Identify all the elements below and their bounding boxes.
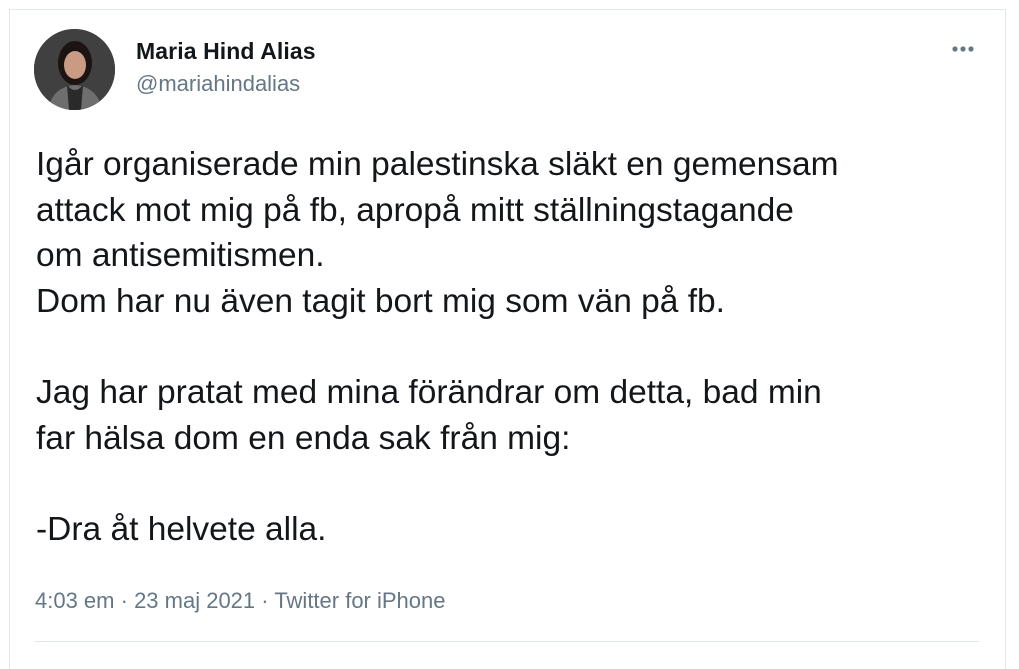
avatar[interactable]	[34, 29, 115, 110]
tweet-text: Igår organiserade min palestinska släkt …	[36, 146, 839, 548]
author-handle[interactable]: @mariahindalias	[136, 71, 300, 97]
tweet-date[interactable]: 23 maj 2021	[134, 588, 255, 613]
divider	[35, 641, 979, 642]
tweet-time[interactable]: 4:03 em	[35, 588, 115, 613]
meta-separator: ·	[255, 588, 275, 613]
tweet-meta: 4:03 em · 23 maj 2021 · Twitter for iPho…	[35, 588, 446, 614]
meta-separator: ·	[114, 588, 135, 613]
author-display-name[interactable]: Maria Hind Alias	[136, 38, 316, 65]
more-horizontal-icon[interactable]	[947, 38, 979, 60]
avatar-image	[34, 29, 115, 110]
tweet-source[interactable]: Twitter for iPhone	[274, 588, 445, 613]
